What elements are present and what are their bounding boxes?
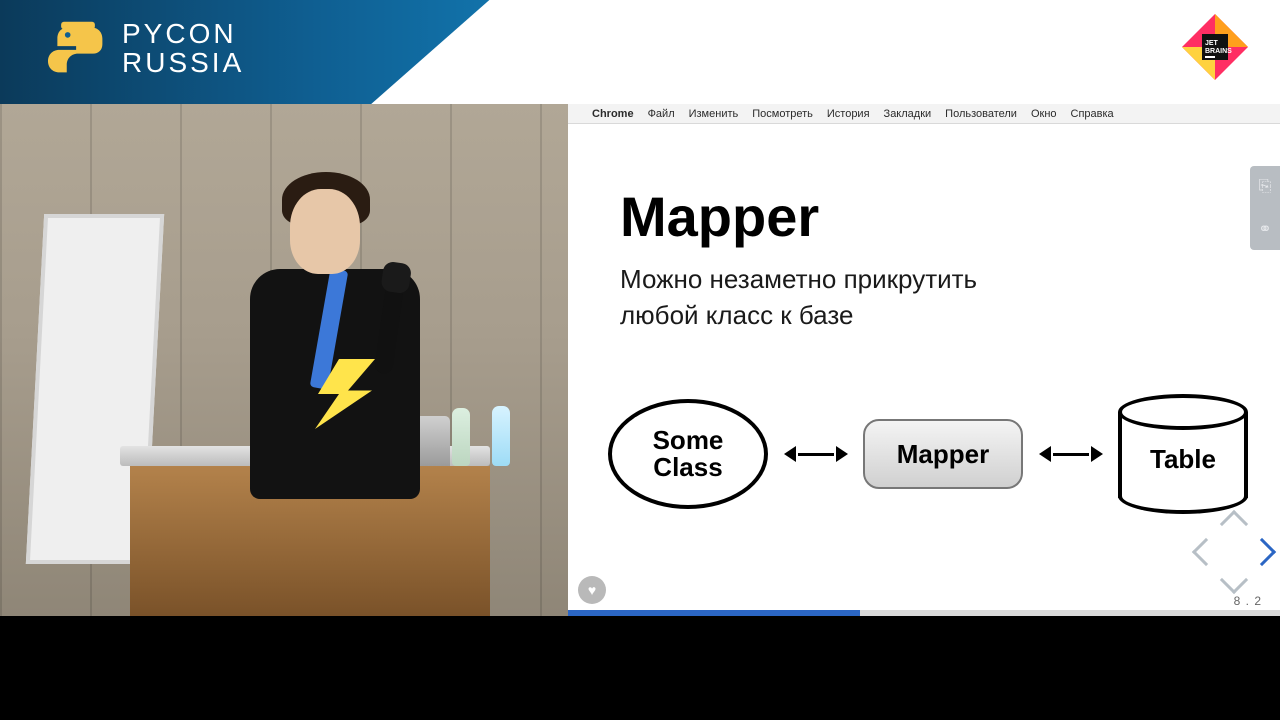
brand: PYCON RUSSIA — [48, 18, 244, 78]
speaker-video — [0, 104, 568, 616]
diagram: Some Class Mapper Table — [608, 384, 1248, 524]
svg-text:BRAINS: BRAINS — [1205, 48, 1232, 55]
menu-history[interactable]: История — [827, 108, 870, 120]
tool-link-icon[interactable]: ⚭ — [1258, 219, 1271, 239]
menu-people[interactable]: Пользователи — [945, 108, 1017, 120]
diagram-node-mapper: Mapper — [863, 419, 1023, 489]
menu-window[interactable]: Окно — [1031, 108, 1057, 120]
diagram-node-table: Table — [1118, 394, 1248, 514]
speaker-person — [230, 164, 430, 514]
menu-bookmarks[interactable]: Закладки — [884, 108, 932, 120]
jetbrains-logo-icon: JET BRAINS — [1180, 12, 1250, 82]
app-menu[interactable]: Chrome — [592, 108, 634, 120]
python-logo-icon — [48, 18, 108, 78]
diagram-arrow-left — [784, 446, 848, 462]
menu-help[interactable]: Справка — [1071, 108, 1114, 120]
diagram-arrow-right — [1039, 446, 1103, 462]
slide-subtitle-1: Можно незаметно прикрутить — [620, 264, 977, 294]
brand-line2: RUSSIA — [122, 48, 244, 77]
like-button[interactable]: ♥ — [578, 576, 606, 604]
nav-left-icon[interactable] — [1192, 538, 1220, 566]
side-toolbar: ⎘ ⚭ — [1250, 166, 1280, 250]
diagram-node-class: Some Class — [608, 399, 768, 509]
header: PYCON RUSSIA JET BRAINS — [0, 0, 1280, 104]
slide-title: Mapper — [620, 184, 1240, 249]
tool-page-icon[interactable]: ⎘ — [1259, 178, 1272, 196]
letterbox-bottom — [0, 616, 1280, 720]
slide-page-number: 8 . 2 — [1234, 594, 1262, 608]
macos-menubar: Chrome Файл Изменить Посмотреть История … — [568, 104, 1280, 124]
diagram-node-table-label: Table — [1118, 394, 1248, 514]
nav-right-icon[interactable] — [1248, 538, 1276, 566]
slide-nav-diamond — [1198, 516, 1270, 588]
svg-text:JET: JET — [1205, 40, 1219, 47]
nav-down-icon[interactable] — [1220, 566, 1248, 594]
brand-line1: PYCON — [122, 19, 244, 48]
menu-view[interactable]: Посмотреть — [752, 108, 813, 120]
menu-file[interactable]: Файл — [648, 108, 675, 120]
slide-area: Chrome Файл Изменить Посмотреть История … — [568, 104, 1280, 616]
slide-subtitle-2: любой класс к базе — [620, 300, 853, 330]
menu-edit[interactable]: Изменить — [689, 108, 739, 120]
